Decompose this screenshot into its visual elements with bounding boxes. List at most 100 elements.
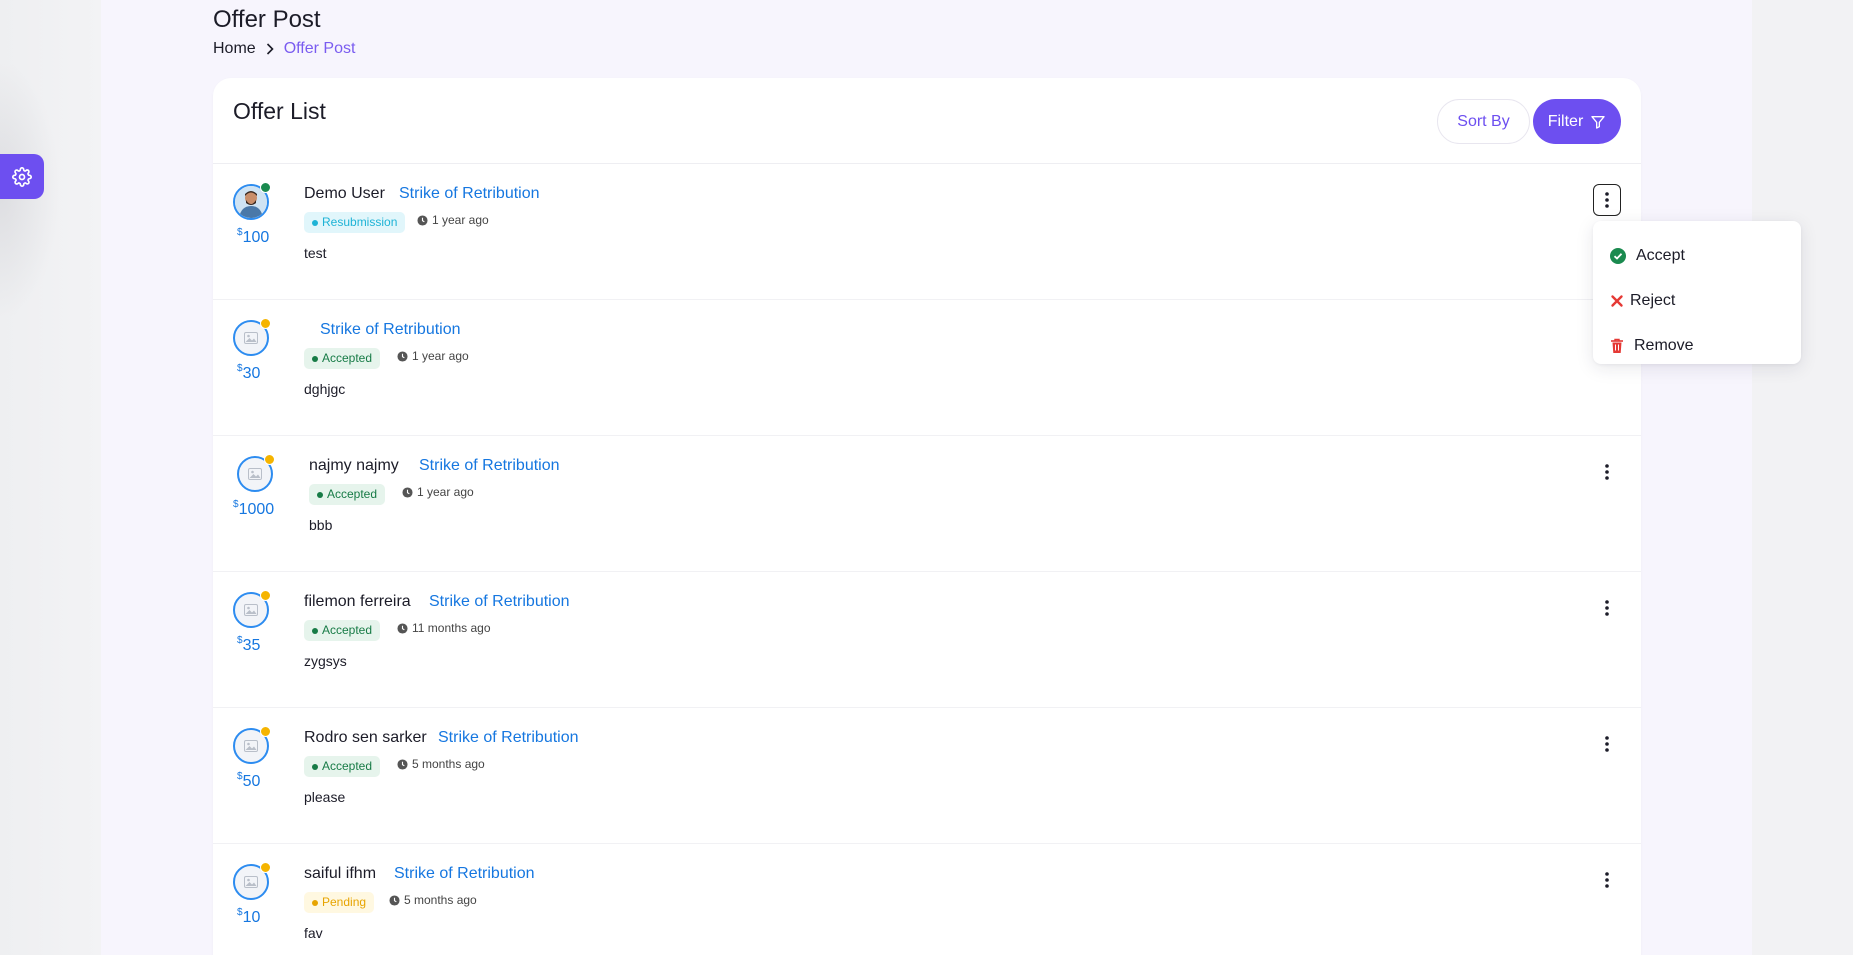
clock-icon xyxy=(397,622,408,634)
offer-post-link[interactable]: Strike of Retribution xyxy=(419,457,560,475)
offer-time: 11 months ago xyxy=(397,621,491,635)
offer-user-name: najmy najmy xyxy=(309,457,399,474)
clock-icon xyxy=(389,894,400,906)
clock-icon xyxy=(397,350,408,362)
gear-icon xyxy=(12,166,32,187)
left-background xyxy=(0,0,101,955)
offer-price: $50 xyxy=(237,771,261,790)
status-badge: Resubmission xyxy=(304,212,406,233)
online-status-dot xyxy=(260,182,271,193)
offer-price: $1000 xyxy=(233,499,275,518)
sort-by-button[interactable]: Sort By xyxy=(1437,99,1530,144)
image-placeholder-icon xyxy=(244,876,258,888)
more-options-button[interactable] xyxy=(1593,456,1621,488)
offer-message: test xyxy=(304,245,327,261)
avatar xyxy=(233,726,271,764)
offer-list-card: Offer List Sort By Filter $100 Demo User… xyxy=(213,78,1641,955)
image-placeholder-icon xyxy=(244,604,258,616)
offer-actions-menu: Accept Reject Remove xyxy=(1593,221,1801,364)
offer-price: $35 xyxy=(237,635,261,654)
more-options-button[interactable] xyxy=(1593,592,1621,624)
offer-user-name: filemon ferreira xyxy=(304,593,411,610)
check-circle-icon xyxy=(1610,247,1626,264)
avatar xyxy=(237,454,275,492)
image-placeholder-icon xyxy=(244,332,258,344)
sort-by-label: Sort By xyxy=(1457,112,1510,130)
offer-message: zygsys xyxy=(304,653,347,669)
status-badge: Pending xyxy=(304,892,375,913)
chevron-right-icon xyxy=(264,42,276,56)
online-status-dot xyxy=(260,862,271,873)
offer-post-link[interactable]: Strike of Retribution xyxy=(394,865,535,883)
close-icon xyxy=(1611,294,1623,307)
offer-message: fav xyxy=(304,925,323,941)
image-placeholder-icon xyxy=(248,468,262,480)
online-status-dot xyxy=(260,318,271,329)
kebab-menu-icon xyxy=(1605,464,1609,480)
offer-row: $50 Rodro sen sarker Strike of Retributi… xyxy=(213,708,1641,844)
breadcrumb-home-link[interactable]: Home xyxy=(213,40,256,58)
avatar xyxy=(233,590,271,628)
offer-user-name: Rodro sen sarker xyxy=(304,729,427,746)
offer-user-name: saiful ifhm xyxy=(304,865,377,882)
page-title: Offer Post xyxy=(213,6,321,33)
online-status-dot xyxy=(260,726,271,737)
kebab-menu-icon xyxy=(1605,192,1609,208)
menu-item-accept-label: Accept xyxy=(1636,246,1685,264)
offer-time: 5 months ago xyxy=(389,893,477,907)
offer-post-link[interactable]: Strike of Retribution xyxy=(320,321,461,339)
filter-icon xyxy=(1591,115,1605,129)
right-background xyxy=(1752,0,1853,955)
avatar xyxy=(233,862,271,900)
settings-button[interactable] xyxy=(0,154,44,199)
offer-post-link[interactable]: Strike of Retribution xyxy=(399,185,540,203)
offer-price: $10 xyxy=(237,907,261,926)
kebab-menu-icon xyxy=(1605,736,1609,752)
breadcrumb: Home Offer Post xyxy=(213,40,355,58)
filter-button[interactable]: Filter xyxy=(1533,99,1621,144)
card-title: Offer List xyxy=(233,98,326,124)
offer-post-link[interactable]: Strike of Retribution xyxy=(429,593,570,611)
card-header: Offer List Sort By Filter xyxy=(213,78,1641,164)
image-placeholder-icon xyxy=(244,740,258,752)
offer-message: please xyxy=(304,789,346,805)
status-badge: Accepted xyxy=(304,620,381,641)
more-options-button[interactable] xyxy=(1593,728,1621,760)
breadcrumb-current: Offer Post xyxy=(283,40,356,57)
trash-icon xyxy=(1611,338,1623,353)
filter-label: Filter xyxy=(1547,112,1584,130)
online-status-dot xyxy=(260,590,271,601)
more-options-button[interactable] xyxy=(1593,184,1621,216)
offer-message: bbb xyxy=(309,517,333,533)
offer-row: $35 filemon ferreira Strike of Retributi… xyxy=(213,572,1641,708)
status-badge: Accepted xyxy=(304,756,381,777)
avatar xyxy=(233,182,271,220)
offer-time: 1 year ago xyxy=(417,213,489,227)
menu-item-reject[interactable]: Reject xyxy=(1593,278,1801,323)
offer-price: $100 xyxy=(237,227,270,246)
menu-item-remove[interactable]: Remove xyxy=(1593,323,1801,368)
menu-item-accept[interactable]: Accept xyxy=(1593,233,1801,278)
kebab-menu-icon xyxy=(1605,600,1609,616)
menu-item-reject-label: Reject xyxy=(1630,291,1676,309)
clock-icon xyxy=(402,486,413,498)
offer-row: $1000 najmy najmy Strike of Retribution … xyxy=(213,436,1641,572)
menu-item-remove-label: Remove xyxy=(1634,336,1694,354)
offer-row: $10 saiful ifhm Strike of Retribution Pe… xyxy=(213,844,1641,955)
avatar xyxy=(233,318,271,356)
offer-price: $30 xyxy=(237,363,261,382)
kebab-menu-icon xyxy=(1605,872,1609,888)
more-options-button[interactable] xyxy=(1593,864,1621,896)
offer-user-name: Demo User xyxy=(304,185,385,202)
offer-row: $100 Demo User Strike of Retribution Res… xyxy=(213,164,1641,300)
offer-time: 5 months ago xyxy=(397,757,485,771)
offer-time: 1 year ago xyxy=(402,485,474,499)
offer-row: $30 Strike of Retribution Accepted 1 yea… xyxy=(213,300,1641,436)
offer-time: 1 year ago xyxy=(397,349,469,363)
status-badge: Accepted xyxy=(304,348,381,369)
offer-message: dghjgc xyxy=(304,381,346,397)
offer-post-link[interactable]: Strike of Retribution xyxy=(438,729,579,747)
online-status-dot xyxy=(264,454,275,465)
clock-icon xyxy=(397,758,408,770)
clock-icon xyxy=(417,214,428,226)
